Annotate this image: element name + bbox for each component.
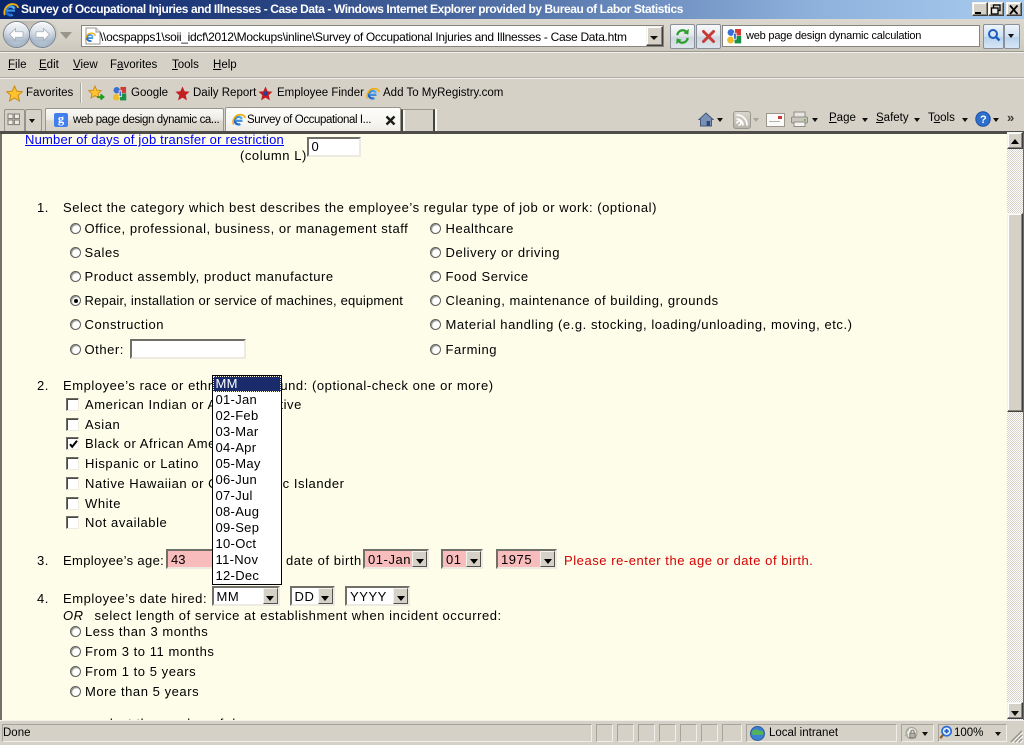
svg-text:?: ? [980, 114, 987, 126]
